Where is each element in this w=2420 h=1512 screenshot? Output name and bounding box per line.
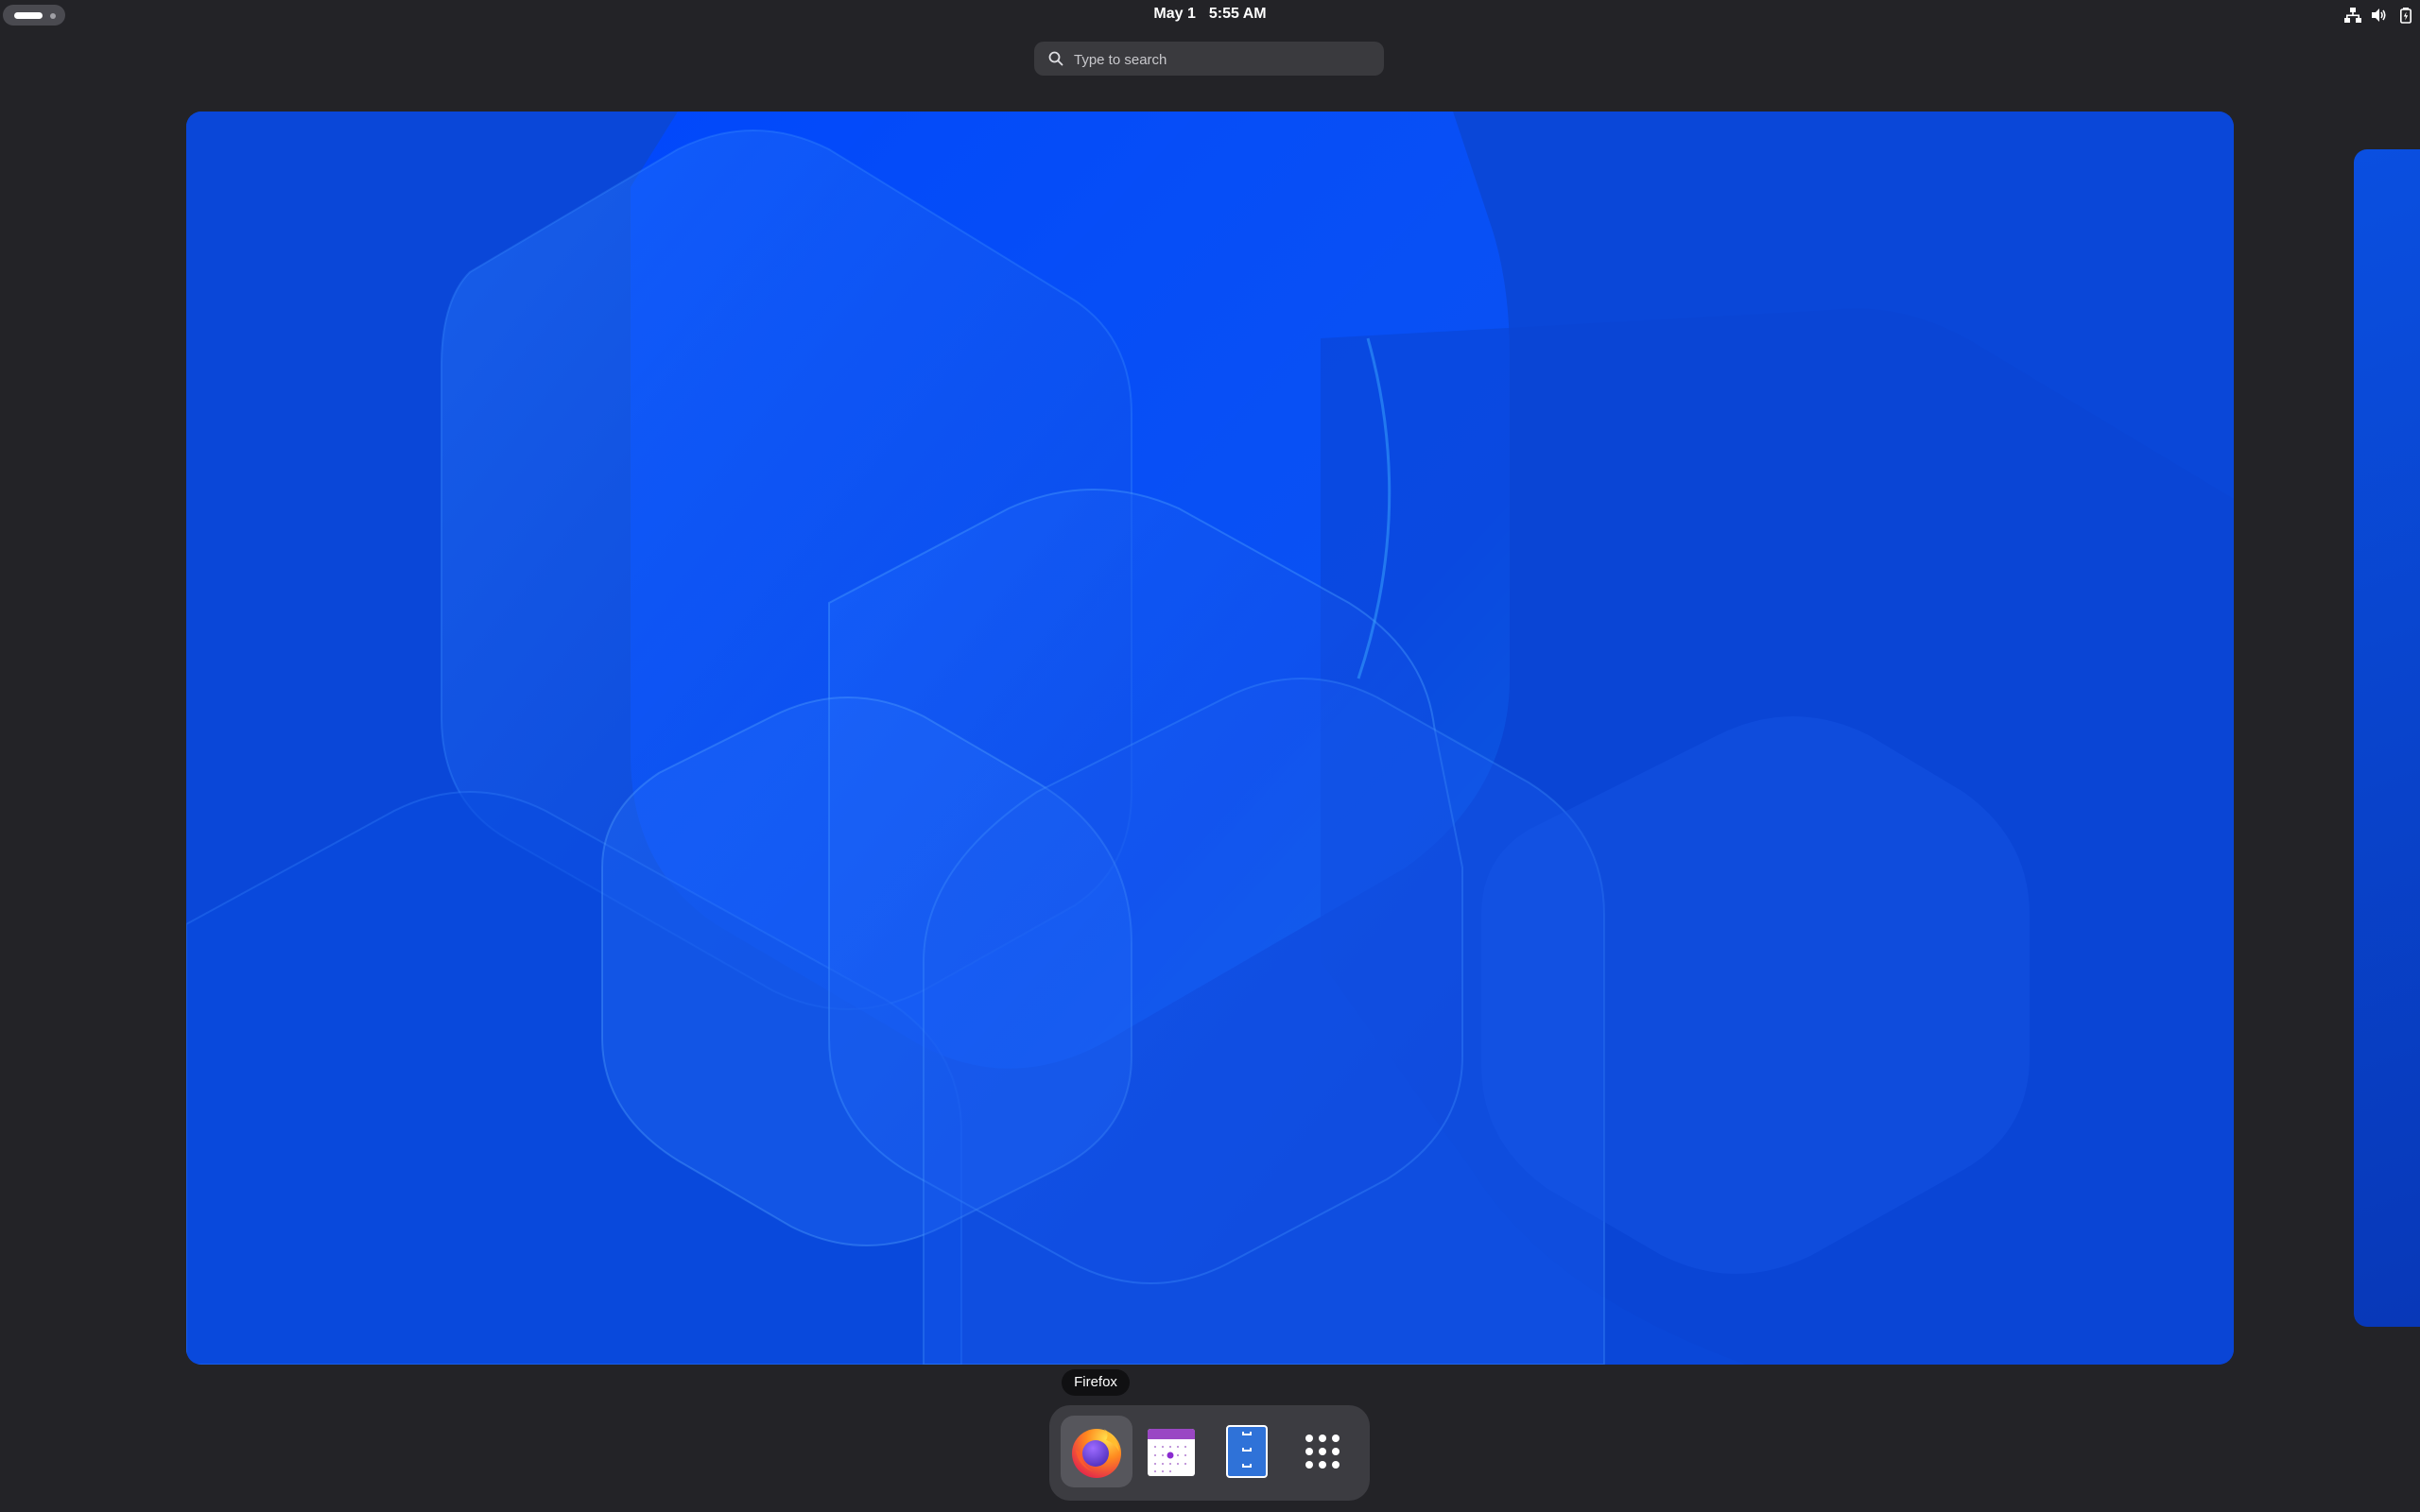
- search-input[interactable]: [1072, 42, 1376, 77]
- system-tray[interactable]: [2344, 6, 2414, 25]
- network-icon[interactable]: [2344, 7, 2361, 24]
- dash-item-files[interactable]: [1211, 1416, 1283, 1487]
- show-apps-button[interactable]: [1287, 1416, 1358, 1487]
- dash: [1049, 1405, 1370, 1501]
- top-bar: May 1 5:55 AM: [0, 0, 2420, 30]
- clock-button[interactable]: May 1 5:55 AM: [1115, 6, 1305, 25]
- app-grid-icon: [1305, 1435, 1340, 1469]
- search-field[interactable]: [1034, 42, 1384, 77]
- search-icon: [1048, 51, 1063, 66]
- dash-item-firefox[interactable]: [1061, 1416, 1132, 1487]
- dash-item-calendar[interactable]: [1135, 1416, 1207, 1487]
- firefox-icon: [1072, 1429, 1121, 1478]
- workspace-indicator-active: [14, 12, 43, 19]
- dash-tooltip: Firefox: [1062, 1369, 1130, 1396]
- calendar-icon: [1148, 1429, 1195, 1476]
- clock-date: May 1: [1153, 6, 1196, 22]
- volume-icon[interactable]: [2371, 7, 2388, 24]
- files-icon: [1226, 1425, 1268, 1478]
- workspace-indicator-dot: [50, 13, 56, 19]
- next-workspace-thumbnail[interactable]: [2354, 149, 2420, 1327]
- clock-time: 5:55 AM: [1208, 6, 1267, 22]
- activities-button[interactable]: [3, 5, 65, 26]
- workspace-thumbnail[interactable]: [186, 112, 2234, 1365]
- wallpaper: [186, 112, 2234, 1365]
- battery-icon[interactable]: [2397, 7, 2414, 24]
